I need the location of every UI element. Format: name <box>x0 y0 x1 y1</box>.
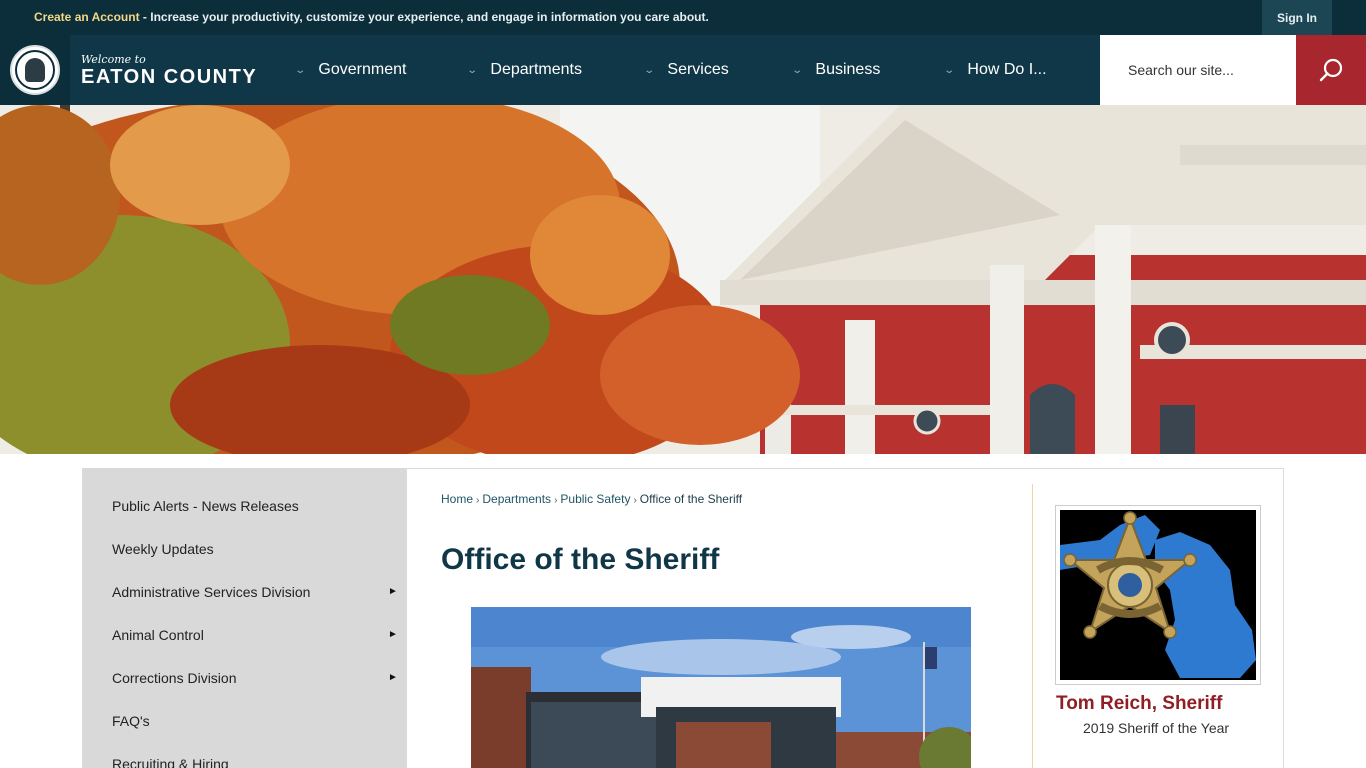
breadcrumb-current: Office of the Sheriff <box>639 492 743 506</box>
column-divider <box>1032 484 1033 768</box>
breadcrumb-departments[interactable]: Departments <box>482 492 551 506</box>
sheriff-badge-image-link[interactable] <box>1055 505 1261 685</box>
breadcrumb-separator: › <box>554 495 558 506</box>
breadcrumb: Home › Departments › Public Safety › Office of… <box>441 492 742 506</box>
chevron-down-icon: ⌄ <box>791 64 804 76</box>
breadcrumb-separator: › <box>633 495 637 506</box>
submenu-arrow-icon[interactable]: ► <box>388 672 398 683</box>
sidebar-item-recruiting-hiring[interactable]: Recruiting & Hiring <box>112 756 229 768</box>
account-promo: Create an Account - Increase your produc… <box>34 10 709 24</box>
nav-item-label: Services <box>667 61 729 78</box>
search-field[interactable] <box>1100 35 1296 105</box>
sheriff-building-photo <box>471 607 971 768</box>
nav-item-departments[interactable]: ⌄ Departments <box>466 35 582 105</box>
nav-item-government[interactable]: ⌄ Government <box>294 35 407 105</box>
breadcrumb-separator: › <box>476 495 480 506</box>
search-button[interactable] <box>1296 35 1366 105</box>
sidebar-item-public-alerts[interactable]: Public Alerts - News Releases <box>112 498 299 514</box>
site-brand[interactable]: Welcome to EATON COUNTY <box>81 53 257 88</box>
submenu-arrow-icon[interactable]: ► <box>388 586 398 597</box>
submenu-arrow-icon[interactable]: ► <box>388 629 398 640</box>
create-account-link[interactable]: Create an Account <box>34 10 140 24</box>
nav-item-how-do-i[interactable]: ⌄ How Do I... <box>943 35 1047 105</box>
search-icon <box>1319 58 1343 82</box>
nav-item-label: Government <box>318 61 407 78</box>
chevron-down-icon: ⌄ <box>466 64 479 76</box>
sidebar-item-weekly-updates[interactable]: Weekly Updates <box>112 541 214 557</box>
main-navbar: Welcome to EATON COUNTY ⌄ Government ⌄ D… <box>0 35 1366 105</box>
sign-in-button[interactable]: Sign In <box>1262 0 1332 35</box>
utility-bar: Create an Account - Increase your produc… <box>0 0 1366 35</box>
nav-item-label: Departments <box>490 61 582 78</box>
breadcrumb-home[interactable]: Home <box>441 492 473 506</box>
section-sidebar-nav: Public Alerts - News Releases Weekly Upd… <box>82 468 407 768</box>
county-seal-icon <box>10 45 60 95</box>
sheriff-award-caption: 2019 Sheriff of the Year <box>1083 720 1230 736</box>
sheriff-badge-image <box>1060 510 1256 680</box>
brand-county-name: EATON COUNTY <box>81 66 258 88</box>
promo-text: - Increase your productivity, customize … <box>139 10 709 24</box>
search-input[interactable] <box>1128 62 1278 78</box>
sidebar-item-faqs[interactable]: FAQ's <box>112 713 150 729</box>
sidebar-item-corrections-division[interactable]: Corrections Division <box>112 670 236 686</box>
hero-banner-image <box>0 105 1366 454</box>
nav-item-label: Business <box>815 61 881 78</box>
breadcrumb-public-safety[interactable]: Public Safety <box>560 492 630 506</box>
chevron-down-icon: ⌄ <box>643 64 656 76</box>
page-title: Office of the Sheriff <box>441 543 720 576</box>
nav-item-label: How Do I... <box>967 61 1047 78</box>
chevron-down-icon: ⌄ <box>943 64 956 76</box>
brand-welcome: Welcome to <box>81 53 146 66</box>
nav-item-business[interactable]: ⌄ Business <box>791 35 881 105</box>
sidebar-item-administrative-services[interactable]: Administrative Services Division <box>112 584 310 600</box>
nav-item-services[interactable]: ⌄ Services <box>643 35 729 105</box>
sheriff-name-link[interactable]: Tom Reich, Sheriff <box>1056 693 1222 715</box>
sidebar-item-animal-control[interactable]: Animal Control <box>112 627 204 643</box>
home-logo-link[interactable] <box>0 35 70 105</box>
chevron-down-icon: ⌄ <box>294 64 307 76</box>
